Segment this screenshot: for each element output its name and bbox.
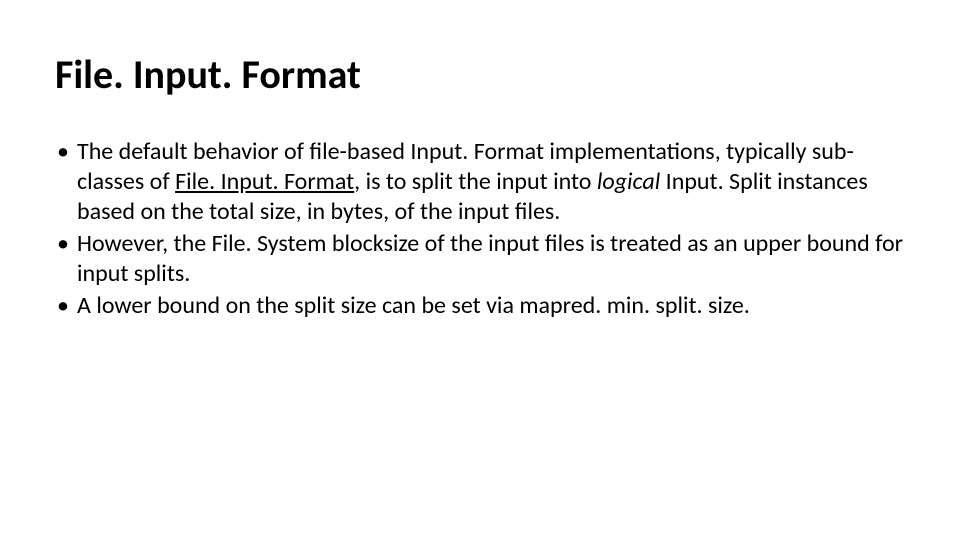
link-fileinputformat[interactable]: File. Input. Format	[175, 167, 354, 196]
bullet-text: A lower bound on the split size can be s…	[77, 291, 750, 320]
list-item: A lower bound on the split size can be s…	[55, 291, 905, 321]
list-item: However, the File. System blocksize of t…	[55, 229, 905, 289]
list-item: The default behavior of file-based Input…	[55, 137, 905, 227]
italic-text: logical	[597, 167, 660, 196]
page-title: File. Input. Format	[55, 50, 905, 99]
slide: File. Input. Format The default behavior…	[0, 0, 960, 540]
body-text: The default behavior of file-based Input…	[55, 137, 905, 321]
bullet-list: The default behavior of file-based Input…	[55, 137, 905, 321]
bullet-text: However, the File. System blocksize of t…	[77, 229, 903, 288]
bullet-text: , is to split the input into	[354, 167, 597, 196]
